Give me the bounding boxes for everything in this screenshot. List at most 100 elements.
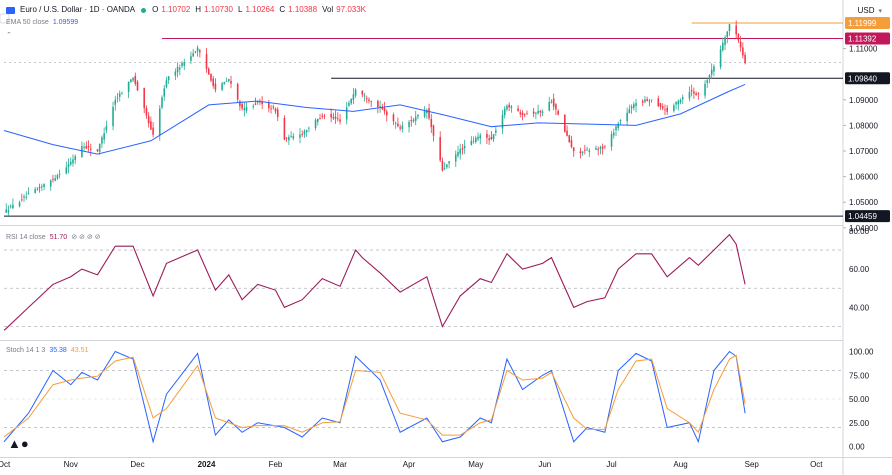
candle-body[interactable] — [501, 114, 504, 129]
candle-body[interactable] — [56, 175, 59, 179]
candle-body[interactable] — [673, 105, 675, 111]
candle-body[interactable] — [210, 73, 212, 81]
candle-body[interactable] — [152, 127, 154, 135]
candle-body[interactable] — [370, 101, 373, 103]
candle-body[interactable] — [192, 53, 194, 57]
candle-body[interactable] — [345, 107, 348, 120]
candle-body[interactable] — [43, 184, 45, 187]
candle-body[interactable] — [165, 80, 168, 88]
candle-body[interactable] — [305, 129, 308, 133]
candle-body[interactable] — [379, 106, 381, 107]
candle-body[interactable] — [18, 202, 21, 207]
candle-body[interactable] — [506, 105, 508, 110]
candle-body[interactable] — [586, 149, 588, 151]
candle-body[interactable] — [397, 123, 399, 127]
candle-body[interactable] — [276, 109, 279, 118]
candle-body[interactable] — [713, 66, 715, 72]
candle-body[interactable] — [706, 80, 709, 84]
candle-body[interactable] — [526, 113, 528, 115]
candle-body[interactable] — [521, 112, 524, 116]
candle-body[interactable] — [181, 62, 183, 67]
candle-body[interactable] — [241, 103, 243, 109]
candle-body[interactable] — [617, 123, 620, 129]
candle-body[interactable] — [570, 140, 573, 148]
candle-body[interactable] — [581, 151, 584, 153]
symbol-title[interactable]: Euro / U.S. Dollar · 1D · OANDA — [20, 5, 135, 15]
candle-body[interactable] — [394, 122, 397, 124]
candle-body[interactable] — [463, 145, 466, 149]
candle-body[interactable] — [12, 204, 14, 209]
candle-body[interactable] — [321, 115, 324, 117]
candle-body[interactable] — [36, 188, 39, 190]
candle-body[interactable] — [704, 83, 706, 96]
candle-body[interactable] — [223, 82, 226, 85]
candle-body[interactable] — [566, 130, 568, 136]
candle-body[interactable] — [183, 62, 186, 66]
candle-body[interactable] — [548, 101, 551, 111]
candle-body[interactable] — [252, 105, 255, 107]
candle-body[interactable] — [697, 93, 700, 95]
candle-body[interactable] — [619, 120, 622, 122]
candle-body[interactable] — [488, 138, 490, 141]
candle-body[interactable] — [352, 94, 355, 101]
candle-body[interactable] — [604, 146, 606, 148]
candle-body[interactable] — [695, 93, 697, 96]
candle-body[interactable] — [121, 92, 123, 94]
candle-body[interactable] — [595, 148, 597, 150]
tradingview-logo-icon[interactable]: ▲● — [8, 436, 29, 451]
candle-body[interactable] — [114, 99, 117, 105]
candle-body[interactable] — [163, 88, 166, 97]
candle-body[interactable] — [316, 118, 319, 122]
candle-body[interactable] — [550, 101, 553, 103]
candle-body[interactable] — [446, 164, 448, 168]
candle-body[interactable] — [236, 83, 239, 100]
candle-body[interactable] — [495, 130, 497, 133]
candle-body[interactable] — [664, 109, 666, 111]
candle-body[interactable] — [677, 100, 680, 105]
candle-body[interactable] — [459, 149, 462, 154]
candle-body[interactable] — [588, 150, 591, 153]
candle-body[interactable] — [147, 115, 150, 124]
candle-body[interactable] — [610, 134, 613, 147]
candle-body[interactable] — [679, 99, 682, 103]
candle-body[interactable] — [337, 118, 339, 120]
candle-body[interactable] — [737, 34, 740, 41]
candle-body[interactable] — [74, 156, 77, 161]
candle-body[interactable] — [27, 193, 30, 195]
candle-body[interactable] — [537, 110, 539, 114]
candle-body[interactable] — [599, 147, 602, 149]
candle-body[interactable] — [361, 90, 364, 95]
candle-body[interactable] — [666, 107, 668, 112]
candle-body[interactable] — [58, 174, 61, 176]
candle-body[interactable] — [510, 106, 513, 108]
candle-body[interactable] — [127, 81, 130, 93]
candle-body[interactable] — [176, 66, 179, 73]
candle-body[interactable] — [377, 100, 379, 108]
candle-body[interactable] — [194, 51, 197, 53]
candle-body[interactable] — [299, 134, 301, 138]
candle-body[interactable] — [474, 137, 477, 142]
rsi-line[interactable] — [3, 233, 746, 331]
candle-body[interactable] — [49, 180, 52, 187]
candle-body[interactable] — [365, 98, 368, 100]
stoch-d-line[interactable] — [3, 354, 746, 438]
candle-body[interactable] — [150, 121, 152, 130]
candle-body[interactable] — [190, 56, 192, 61]
candle-body[interactable] — [659, 103, 662, 107]
candle-body[interactable] — [227, 79, 230, 82]
candle-body[interactable] — [383, 107, 386, 112]
candle-body[interactable] — [477, 136, 479, 140]
candle-body[interactable] — [212, 78, 214, 86]
candle-body[interactable] — [633, 104, 635, 108]
candle-body[interactable] — [742, 47, 744, 56]
candle-body[interactable] — [503, 108, 506, 116]
candle-body[interactable] — [174, 71, 177, 76]
candle-body[interactable] — [519, 112, 522, 115]
candle-body[interactable] — [410, 120, 413, 122]
candle-body[interactable] — [72, 159, 74, 164]
candle-body[interactable] — [292, 135, 295, 139]
candle-body[interactable] — [230, 80, 232, 84]
candle-body[interactable] — [87, 146, 90, 148]
candle-body[interactable] — [25, 197, 28, 198]
candle-body[interactable] — [584, 149, 586, 151]
